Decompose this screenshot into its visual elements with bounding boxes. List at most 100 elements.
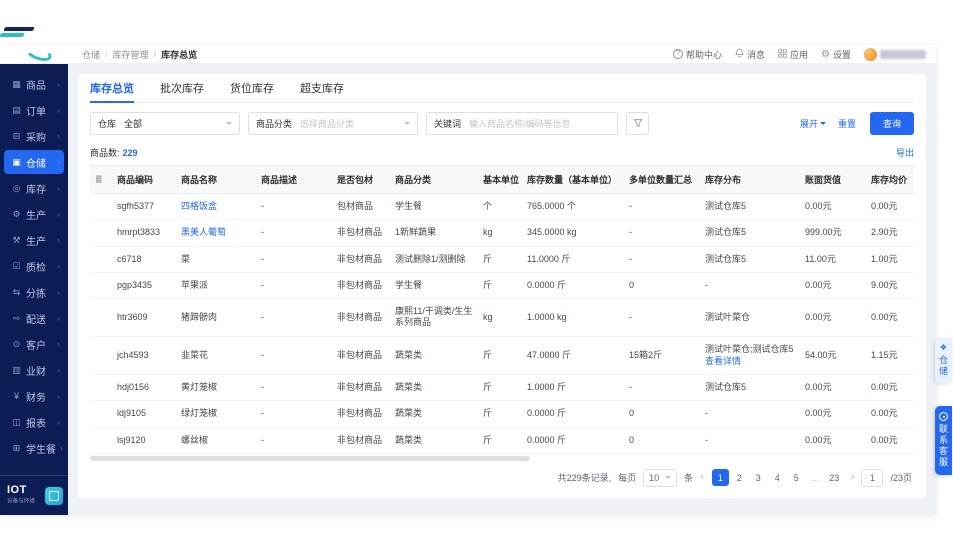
delivery-icon: ⇨ (12, 312, 21, 323)
page-jump-input[interactable]: 1 (861, 468, 884, 487)
cell-desc: - (256, 336, 332, 375)
settings-link[interactable]: ⚙ 设置 (821, 48, 851, 61)
cell-code: sgfh5377 (112, 193, 176, 221)
page-size-select[interactable]: 10 (643, 468, 678, 487)
table-row[interactable]: c6718 菜 - 非包材商品 测试删除1/测删除斤 11.0000 斤 - 测试仓库5 11.… (90, 246, 914, 273)
warehouse-icon: ▣ (12, 156, 21, 167)
page-button-23[interactable]: 23 (826, 469, 843, 486)
product-name-link[interactable]: 螺丝椒 (181, 435, 208, 445)
cell-qty: 11.0000 斤 (522, 246, 624, 273)
reset-button[interactable]: 重置 (838, 117, 856, 130)
column-settings-icon[interactable]: ≣ (95, 174, 103, 184)
product-name-link[interactable]: 菜 (181, 254, 190, 264)
headset-icon (939, 412, 948, 421)
view-detail-link[interactable]: 查看详情 (705, 356, 795, 367)
cell-qty: 345.0000 kg (522, 219, 624, 247)
dist-text: - (705, 279, 708, 290)
cell-multi: - (624, 298, 700, 337)
category-label: 商品分类 (256, 119, 293, 129)
apps-link[interactable]: 应用 (778, 48, 808, 61)
scrollbar-thumb[interactable] (90, 455, 530, 461)
sidebar-item-orders[interactable]: ▤ 订单 › (4, 98, 64, 122)
inventory-icon: ◎ (12, 182, 21, 193)
bell-icon (735, 48, 744, 60)
page-button-2[interactable]: 2 (731, 469, 748, 486)
chevron-right-icon: › (57, 313, 60, 323)
table-row[interactable]: jch4593 韭菜花 - 非包材商品 蔬菜类斤 47.0000 斤 15箱2斤 测试叶菜仓;… (90, 336, 914, 375)
logo-bar-teal (0, 33, 25, 37)
page-button-4[interactable]: 4 (769, 469, 786, 486)
table-row[interactable]: ldj9105 绿灯笼椒 - 非包材商品 蔬菜类斤 0.0000 斤 0-0.00元 0.00… (90, 400, 914, 428)
sidebar-item-finance[interactable]: ¥ 财务 › (4, 384, 64, 408)
sidebar-item-label: 配送 (26, 314, 46, 326)
sidebar-item-sorting[interactable]: ⇆ 分拣 › (4, 280, 64, 304)
per-page-label: 每页 (618, 473, 637, 484)
chevron-right-icon: › (57, 287, 60, 297)
cell-name: 苹果派 (176, 272, 256, 300)
sidebar-item-biz-finance[interactable]: ▥ 业财 › (4, 358, 64, 382)
breadcrumb-item-warehouse[interactable]: 仓储 (82, 48, 100, 61)
column-header: 库存分布 (700, 166, 800, 194)
warehouse-select[interactable]: 仓库 全部 (90, 112, 240, 135)
tab-overview[interactable]: 库存总览 (90, 74, 134, 103)
filter-funnel-button[interactable] (626, 112, 649, 135)
breadcrumb-item-inventory-mgmt[interactable]: 库存管理 (113, 48, 149, 61)
export-link[interactable]: 导出 (896, 146, 914, 159)
sidebar-item-production-1[interactable]: ⚙ 生产 › (4, 202, 64, 226)
iot-device-icon[interactable] (45, 486, 63, 505)
sidebar-item-purchase[interactable]: ⊟ 采购 › (4, 124, 64, 148)
table-row[interactable]: htr3609 猪蹄髈肉 - 非包材商品 康熙11/干调类/生生系列商品 kg 1.0000… (90, 298, 914, 337)
sidebar-item-goods[interactable]: ▦ 商品 › (4, 72, 64, 96)
product-name-link[interactable]: 苹果派 (181, 280, 208, 290)
cell-unit: 斤 (478, 374, 522, 402)
cell-dist: - (700, 400, 800, 428)
cell-code: hdj0156 (112, 374, 176, 402)
sidebar-item-delivery[interactable]: ⇨ 配送 › (4, 306, 64, 330)
product-name-link[interactable]: 猪蹄髈肉 (181, 312, 217, 322)
help-center-link[interactable]: ? 帮助中心 (672, 48, 722, 61)
sidebar-item-student-meal[interactable]: ⊞ 学生餐 › (4, 436, 64, 460)
product-name-link[interactable]: 绿灯笼椒 (181, 408, 217, 418)
product-name-link[interactable]: 四格饭盒 (181, 201, 217, 211)
sidebar-item-label: 生产 (26, 210, 46, 222)
prev-page-button[interactable]: ‹ (700, 472, 704, 483)
messages-link[interactable]: 消息 (735, 48, 765, 61)
table-row[interactable]: sgfh5377 四格饭盒 - 包材商品 学生餐个 765.0000 个 - 测试仓库5 0.0… (90, 193, 914, 221)
cell-category: 蔬菜类 (390, 400, 478, 428)
quality-icon: ☑ (12, 260, 21, 271)
column-header: 商品描述 (256, 166, 332, 194)
sidebar-item-customers[interactable]: ⊙ 客户 › (4, 332, 64, 356)
table-row[interactable]: hmrpt3833 黑美人葡萄 - 非包材商品 1新鲜蔬果 kg 345.0000 kg - 测… (90, 219, 914, 247)
sidebar-item-quality[interactable]: ☑ 质检 › (4, 254, 64, 278)
page: 仓储 / 库存管理 / 库存总览 ? 帮助中心 消息 应用 ⚙ 设置 ▦ 商品 … (0, 0, 953, 552)
gear-icon: ⚙ (821, 48, 830, 60)
keyword-input[interactable] (469, 118, 588, 129)
page-button-5[interactable]: 5 (788, 469, 805, 486)
tab-location[interactable]: 货位库存 (230, 74, 274, 102)
cell-category: 蔬菜类 (390, 336, 478, 375)
product-name-link[interactable]: 黑美人葡萄 (181, 227, 226, 237)
sidebar-item-label: 业财 (26, 366, 46, 378)
horizontal-scrollbar[interactable] (90, 455, 914, 461)
cell-multi: 0 (624, 272, 700, 300)
product-name-link[interactable]: 黄灯笼椒 (181, 382, 217, 392)
sidebar-item-warehouse[interactable]: ▣ 仓储 › (4, 150, 64, 174)
expand-link[interactable]: 展开 (800, 117, 826, 130)
table-row[interactable]: lsj9120 螺丝椒 - 非包材商品 蔬菜类斤 0.0000 斤 0-0.00元 0.00元 (90, 427, 914, 454)
table-row[interactable]: pgp3435 苹果派 - 非包材商品 学生餐斤 0.0000 斤 0-0.00元 9.00元 (90, 272, 914, 300)
sidebar-item-inventory[interactable]: ◎ 库存 › (4, 176, 64, 200)
tab-batch[interactable]: 批次库存 (160, 74, 204, 102)
user-account[interactable] (864, 47, 926, 61)
search-button[interactable]: 查询 (869, 112, 914, 135)
sidebar-item-production-2[interactable]: ⚒ 生产 › (4, 228, 64, 252)
sidebar-item-reports[interactable]: ◫ 报表 › (4, 410, 64, 434)
next-page-button[interactable]: › (851, 472, 855, 483)
table-row[interactable]: hdj0156 黄灯笼椒 - 非包材商品 蔬菜类斤 1.0000 斤 - 测试仓库5 0.00元… (90, 374, 914, 402)
warehouse-float-tag[interactable]: ❖ 仓储 (935, 338, 952, 383)
category-select[interactable]: 商品分类 选择商品分类 (248, 112, 418, 135)
page-button-1[interactable]: 1 (711, 469, 729, 487)
contact-service-button[interactable]: 联系客服 (935, 406, 952, 475)
product-name-link[interactable]: 韭菜花 (181, 350, 208, 360)
tab-overdraft[interactable]: 超支库存 (300, 74, 344, 102)
page-button-3[interactable]: 3 (750, 469, 767, 486)
